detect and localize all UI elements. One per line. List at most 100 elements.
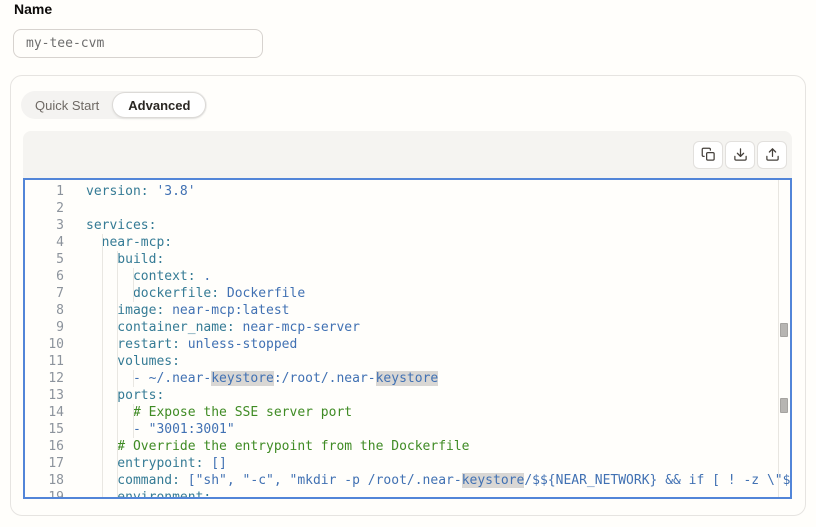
yaml-editor[interactable]: 1version: '3.8'23services:4 near-mcp:5 b… <box>23 178 792 499</box>
indent-guide <box>133 268 134 285</box>
indent-guide <box>117 319 118 336</box>
code-text: services: <box>64 217 156 234</box>
code-line: 18 command: ["sh", "-c", "mkdir -p /root… <box>25 472 790 489</box>
code-line: 16 # Override the entrypoint from the Do… <box>25 438 790 455</box>
line-number: 16 <box>25 438 64 455</box>
indent-guide <box>102 336 103 353</box>
indent-guide <box>102 268 103 285</box>
code-text <box>64 200 86 217</box>
copy-button[interactable] <box>693 141 723 169</box>
line-number: 13 <box>25 387 64 404</box>
indent-guide <box>133 285 134 302</box>
indent-guide <box>102 319 103 336</box>
code-line: 12 - ~/.near-keystore:/root/.near-keysto… <box>25 370 790 387</box>
tab-quick-start[interactable]: Quick Start <box>22 91 112 119</box>
editor-toolbar <box>23 131 792 178</box>
line-number: 4 <box>25 234 64 251</box>
editor-scrollbar[interactable] <box>778 180 790 497</box>
scrollbar-thumb[interactable] <box>780 398 788 413</box>
indent-guide <box>117 489 118 499</box>
code-text: entrypoint: [] <box>64 455 227 472</box>
code-text: # Expose the SSE server port <box>64 404 352 421</box>
code-text: ports: <box>64 387 164 404</box>
code-line: 13 ports: <box>25 387 790 404</box>
code-line: 10 restart: unless-stopped <box>25 336 790 353</box>
code-text: version: '3.8' <box>64 183 196 200</box>
code-line: 14 # Expose the SSE server port <box>25 404 790 421</box>
code-line: 17 entrypoint: [] <box>25 455 790 472</box>
code-text: restart: unless-stopped <box>64 336 297 353</box>
indent-guide <box>102 387 103 404</box>
indent-guide <box>133 421 134 438</box>
indent-guide <box>102 472 103 489</box>
indent-guide <box>117 472 118 489</box>
code-lines: 1version: '3.8'23services:4 near-mcp:5 b… <box>25 180 790 499</box>
code-text: # Override the entrypoint from the Docke… <box>64 438 470 455</box>
code-line: 9 container_name: near-mcp-server <box>25 319 790 336</box>
indent-guide <box>117 336 118 353</box>
code-line: 11 volumes: <box>25 353 790 370</box>
copy-icon <box>701 147 716 162</box>
line-number: 14 <box>25 404 64 421</box>
indent-guide <box>117 353 118 370</box>
indent-guide <box>102 234 103 251</box>
code-text: volumes: <box>64 353 180 370</box>
code-line: 2 <box>25 200 790 217</box>
tab-advanced[interactable]: Advanced <box>112 92 206 118</box>
indent-guide <box>117 268 118 285</box>
indent-guide <box>117 285 118 302</box>
indent-guide <box>117 404 118 421</box>
download-icon <box>733 147 748 162</box>
indent-guide <box>133 404 134 421</box>
indent-guide <box>102 370 103 387</box>
code-line: 3services: <box>25 217 790 234</box>
indent-guide <box>117 455 118 472</box>
indent-guide <box>102 353 103 370</box>
line-number: 7 <box>25 285 64 302</box>
indent-guide <box>117 421 118 438</box>
code-line: 19 environment: <box>25 489 790 499</box>
code-text: build: <box>64 251 164 268</box>
code-text: container_name: near-mcp-server <box>64 319 360 336</box>
code-text: - "3001:3001" <box>64 421 235 438</box>
upload-button[interactable] <box>757 141 787 169</box>
line-number: 6 <box>25 268 64 285</box>
indent-guide <box>117 302 118 319</box>
name-field-label: Name <box>14 1 52 17</box>
config-card: Quick Start Advanced <box>10 75 806 516</box>
indent-guide <box>117 387 118 404</box>
name-input[interactable] <box>13 29 263 58</box>
line-number: 19 <box>25 489 64 499</box>
code-text: - ~/.near-keystore:/root/.near-keystore <box>64 370 438 387</box>
indent-guide <box>117 438 118 455</box>
code-line: 8 image: near-mcp:latest <box>25 302 790 319</box>
code-text: near-mcp: <box>64 234 172 251</box>
indent-guide <box>102 404 103 421</box>
upload-icon <box>765 147 780 162</box>
download-button[interactable] <box>725 141 755 169</box>
code-line: 7 dockerfile: Dockerfile <box>25 285 790 302</box>
indent-guide <box>102 455 103 472</box>
line-number: 3 <box>25 217 64 234</box>
tab-bar: Quick Start Advanced <box>21 91 207 119</box>
line-number: 11 <box>25 353 64 370</box>
line-number: 18 <box>25 472 64 489</box>
code-line: 6 context: . <box>25 268 790 285</box>
indent-guide <box>102 285 103 302</box>
indent-guide <box>102 302 103 319</box>
line-number: 15 <box>25 421 64 438</box>
indent-guide <box>102 489 103 499</box>
code-text: environment: <box>64 489 211 499</box>
code-line: 1version: '3.8' <box>25 183 790 200</box>
line-number: 2 <box>25 200 64 217</box>
line-number: 8 <box>25 302 64 319</box>
scrollbar-thumb[interactable] <box>780 323 788 337</box>
code-line: 4 near-mcp: <box>25 234 790 251</box>
indent-guide <box>102 438 103 455</box>
code-text: context: . <box>64 268 211 285</box>
code-text: image: near-mcp:latest <box>64 302 290 319</box>
line-number: 5 <box>25 251 64 268</box>
code-text: dockerfile: Dockerfile <box>64 285 305 302</box>
line-number: 17 <box>25 455 64 472</box>
line-number: 1 <box>25 183 64 200</box>
